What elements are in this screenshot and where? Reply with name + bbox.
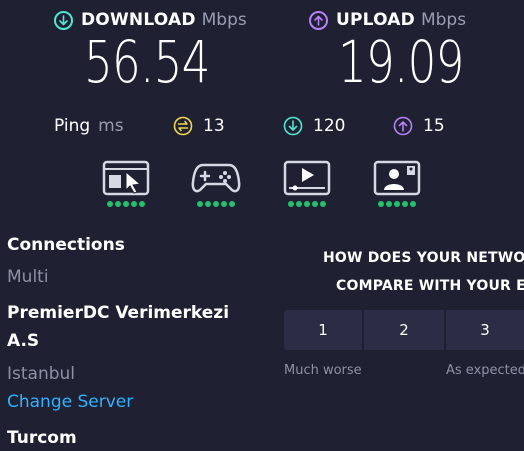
- ping-unit: ms: [98, 116, 124, 136]
- server-name-line1: PremierDC Verimerkezi: [7, 303, 230, 323]
- compare-caption-right: As expected: [446, 363, 524, 378]
- download-title: DOWNLOAD: [81, 10, 196, 30]
- ping-download-value: 120: [313, 116, 346, 136]
- activity-video-chat-rating: [378, 201, 416, 207]
- gamepad-icon: [191, 160, 241, 196]
- upload-value: 19.09: [338, 28, 464, 96]
- ping-idle: 13: [173, 116, 225, 136]
- ping-upload: 15: [393, 116, 445, 136]
- server-name-line2: A.S: [7, 331, 40, 351]
- compare-question-line1: HOW DOES YOUR NETWO: [323, 250, 524, 266]
- connections-mode: Multi: [7, 267, 49, 287]
- rating-option-2[interactable]: 2: [364, 310, 446, 350]
- change-server-link[interactable]: Change Server: [7, 392, 133, 412]
- activity-streaming-rating: [288, 201, 326, 207]
- idle-gauge-icon: [173, 116, 193, 136]
- activity-browsing-rating: [107, 201, 145, 207]
- connections-title: Connections: [7, 235, 125, 255]
- activity-streaming: [282, 160, 332, 216]
- rating-option-1[interactable]: 1: [284, 310, 364, 350]
- ping-download-arrow-icon: [283, 116, 303, 136]
- download-arrow-icon: [54, 10, 73, 30]
- isp-name: Turcom: [7, 428, 77, 448]
- upload-title: UPLOAD: [336, 10, 415, 30]
- upload-unit: Mbps: [420, 10, 467, 30]
- download-unit: Mbps: [201, 10, 247, 30]
- ping-label-group: Ping ms: [54, 116, 124, 136]
- compare-question: HOW DOES YOUR NETWO COMPARE WITH YOUR E: [300, 244, 524, 300]
- ping-upload-arrow-icon: [393, 116, 413, 136]
- ping-label: Ping: [54, 116, 91, 136]
- compare-caption-left: Much worse: [284, 363, 362, 378]
- activity-gaming: [191, 160, 241, 216]
- ping-upload-value: 15: [423, 116, 445, 136]
- activity-gaming-rating: [197, 201, 235, 207]
- video-call-icon: [373, 160, 421, 196]
- download-value: 56.54: [84, 28, 210, 96]
- ping-idle-value: 13: [203, 116, 225, 136]
- compare-question-line2: COMPARE WITH YOUR E: [336, 278, 524, 294]
- activity-video-chat: [372, 160, 422, 216]
- server-city: Istanbul: [7, 364, 76, 384]
- ping-download: 120: [283, 116, 345, 136]
- browser-window-icon: [102, 160, 150, 196]
- activity-browsing: [101, 160, 151, 216]
- rating-option-3[interactable]: 3: [446, 310, 524, 350]
- compare-rating-scale: 1 2 3: [284, 310, 524, 350]
- upload-arrow-icon: [309, 10, 328, 30]
- video-player-icon: [283, 160, 331, 196]
